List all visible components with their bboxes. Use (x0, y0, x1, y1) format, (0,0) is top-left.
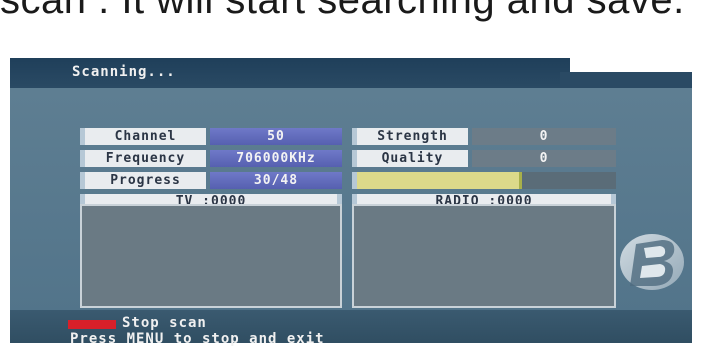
brand-logo-icon (620, 234, 684, 290)
tv-channel-list (80, 204, 342, 308)
radio-channel-list (352, 204, 616, 308)
channel-value: 50 (210, 128, 342, 145)
frequency-label: Frequency (80, 150, 206, 167)
channel-label: Channel (80, 128, 206, 145)
progress-label: Progress (80, 172, 206, 189)
stop-scan-label: Stop scan (122, 315, 207, 331)
progress-bar-fill (357, 172, 519, 189)
frequency-value: 706000KHz (210, 150, 342, 167)
red-key-icon (68, 320, 116, 329)
progress-bar-marker (519, 172, 522, 189)
quality-label: Quality (352, 150, 468, 167)
strength-value: 0 (472, 128, 616, 145)
quality-value: 0 (472, 150, 616, 167)
scan-title: Scanning... (72, 64, 176, 80)
strength-label: Strength (352, 128, 468, 145)
caption-text: scan . It will start searching and save. (0, 0, 685, 22)
progress-value: 30/48 (210, 172, 342, 189)
footer-hint: Press MENU to stop and exit (70, 331, 325, 347)
title-bar-extension (560, 72, 692, 88)
progress-bar (352, 172, 616, 189)
